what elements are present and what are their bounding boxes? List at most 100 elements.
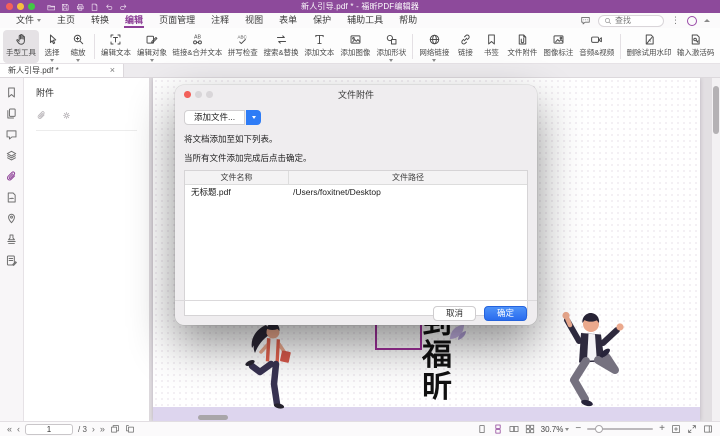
rail-attachments-button[interactable]: [5, 170, 18, 183]
toolbar-search-replace[interactable]: 搜索&替换: [261, 30, 302, 63]
maximize-window-button[interactable]: [28, 3, 35, 10]
toolbar-file-attachment[interactable]: 文件附件: [504, 30, 540, 63]
save-button[interactable]: [61, 2, 70, 12]
cancel-button[interactable]: 取消: [433, 306, 476, 321]
horizontal-scrollbar-thumb[interactable]: [198, 415, 228, 420]
rail-pages-button[interactable]: [5, 107, 18, 120]
fullscreen-button[interactable]: [687, 424, 697, 434]
vertical-scrollbar[interactable]: [711, 78, 720, 421]
toolbar-hand[interactable]: 手型工具: [3, 30, 39, 63]
read-mode-button[interactable]: [703, 424, 713, 434]
document-tab[interactable]: 新人引导.pdf * ×: [0, 64, 124, 77]
search-input[interactable]: [615, 16, 658, 25]
toolbar-add-image[interactable]: 添加图像: [337, 30, 373, 63]
menu-item[interactable]: 编辑: [117, 13, 151, 28]
collapse-toolbar-icon[interactable]: [704, 19, 710, 22]
close-tab-icon[interactable]: ×: [110, 66, 115, 75]
toolbar-link-text[interactable]: AB链接&合并文本: [170, 30, 225, 63]
first-page-button[interactable]: «: [7, 424, 12, 434]
toolbar-item-label: 链接&合并文本: [172, 47, 222, 58]
toolbar-remove-watermark[interactable]: A删除试用水印: [624, 30, 674, 63]
rail-bookmark-button[interactable]: [5, 86, 18, 99]
previous-page-button[interactable]: ‹: [17, 424, 20, 434]
toolbar-spellcheck[interactable]: ABC拼写检查: [225, 30, 261, 63]
zoom-slider[interactable]: [587, 428, 653, 430]
toolbar-edit-text[interactable]: 编辑文本: [98, 30, 134, 63]
menu-item[interactable]: 转换: [83, 13, 117, 28]
add-file-button[interactable]: 添加文件...: [184, 110, 245, 125]
menu-item[interactable]: 视图: [237, 13, 271, 28]
menu-item[interactable]: 帮助: [391, 13, 425, 28]
rail-comments-button[interactable]: [5, 128, 18, 141]
toolbar-item-label: 添加形状: [376, 47, 406, 58]
last-page-button[interactable]: »: [100, 424, 105, 434]
single-page-view-button[interactable]: [477, 424, 487, 434]
rail-destinations-button[interactable]: [5, 212, 18, 225]
toolbar-zoom-in[interactable]: 缩放: [65, 30, 91, 63]
more-options-icon[interactable]: ⋮: [671, 15, 680, 26]
toolbar-link[interactable]: 链接: [452, 30, 478, 63]
search-box[interactable]: [598, 15, 664, 27]
toolbar-add-shape[interactable]: 添加形状: [373, 30, 409, 63]
attachment-open-button[interactable]: [36, 110, 47, 121]
toolbar-activation-code[interactable]: 输入激活码: [674, 30, 717, 63]
toolbar-edit-object[interactable]: 编辑对象: [134, 30, 170, 63]
page-number-input[interactable]: [25, 424, 73, 435]
document-button[interactable]: [90, 2, 99, 12]
undo-icon: [105, 3, 114, 12]
redo-button[interactable]: [119, 2, 128, 12]
page-total-label: / 3: [78, 425, 87, 434]
assistant-button[interactable]: [580, 15, 591, 26]
menu-item[interactable]: 主页: [49, 13, 83, 28]
menu-item[interactable]: 保护: [305, 13, 339, 28]
rail-layers-button[interactable]: [5, 149, 18, 162]
remove-watermark-icon: A: [643, 33, 656, 46]
add-file-split-button[interactable]: 添加文件...: [184, 110, 261, 125]
undo-button[interactable]: [105, 2, 114, 12]
rail-fields-button[interactable]: [5, 254, 18, 267]
dialog-close-button[interactable]: [184, 91, 191, 98]
minimize-window-button[interactable]: [17, 3, 24, 10]
next-view-button[interactable]: [125, 424, 135, 434]
rail-stamp-button[interactable]: [5, 233, 18, 246]
menu-item[interactable]: 页面管理: [151, 13, 203, 28]
add-shape-icon: [385, 33, 398, 46]
open-folder-button[interactable]: [47, 2, 56, 12]
attachment-settings-button[interactable]: [61, 110, 72, 121]
quad-view-button[interactable]: [525, 424, 535, 434]
close-window-button[interactable]: [6, 3, 13, 10]
continuous-view-button[interactable]: [493, 424, 503, 434]
menu-item[interactable]: 辅助工具: [339, 13, 391, 28]
menu-item[interactable]: 注释: [203, 13, 237, 28]
next-page-button[interactable]: ›: [92, 424, 95, 434]
panel-title: 附件: [36, 86, 137, 99]
zoom-out-button[interactable]: −: [575, 424, 581, 434]
fit-page-button[interactable]: [671, 424, 681, 434]
attachment-settings-icon: [61, 110, 72, 121]
print-button[interactable]: [76, 2, 85, 12]
add-file-dropdown[interactable]: [246, 110, 261, 125]
toolbar-web-link[interactable]: 网络链接: [416, 30, 452, 63]
toolbar-bookmark[interactable]: 书签: [478, 30, 504, 63]
previous-view-button[interactable]: [110, 424, 120, 434]
toolbar-image-annotation[interactable]: 图像标注: [540, 30, 576, 63]
file-menu[interactable]: 文件: [8, 13, 49, 28]
zoom-slider-knob[interactable]: [595, 425, 603, 433]
add-text-icon: [313, 33, 326, 46]
ok-button[interactable]: 确定: [484, 306, 527, 321]
menu-item[interactable]: 表单: [271, 13, 305, 28]
toolbar-item-label: 手型工具: [6, 47, 36, 58]
toolbar-cursor[interactable]: 选择: [39, 30, 65, 63]
illustration-woman-jumping: [238, 321, 320, 413]
vertical-scrollbar-thumb[interactable]: [713, 86, 719, 134]
pdf-character: 昕: [415, 372, 459, 404]
zoom-level-control[interactable]: 30.7%: [541, 425, 570, 434]
fit-page-icon: [671, 424, 681, 434]
facing-view-button[interactable]: [509, 424, 519, 434]
account-avatar[interactable]: [687, 16, 697, 26]
toolbar-audio-video[interactable]: 音频&视频: [576, 30, 617, 63]
rail-signature-button[interactable]: [5, 191, 18, 204]
attachment-row[interactable]: 无标题.pdf/Users/foxitnet/Desktop: [185, 185, 527, 199]
toolbar-add-text[interactable]: 添加文本: [301, 30, 337, 63]
zoom-in-button[interactable]: +: [659, 424, 665, 434]
